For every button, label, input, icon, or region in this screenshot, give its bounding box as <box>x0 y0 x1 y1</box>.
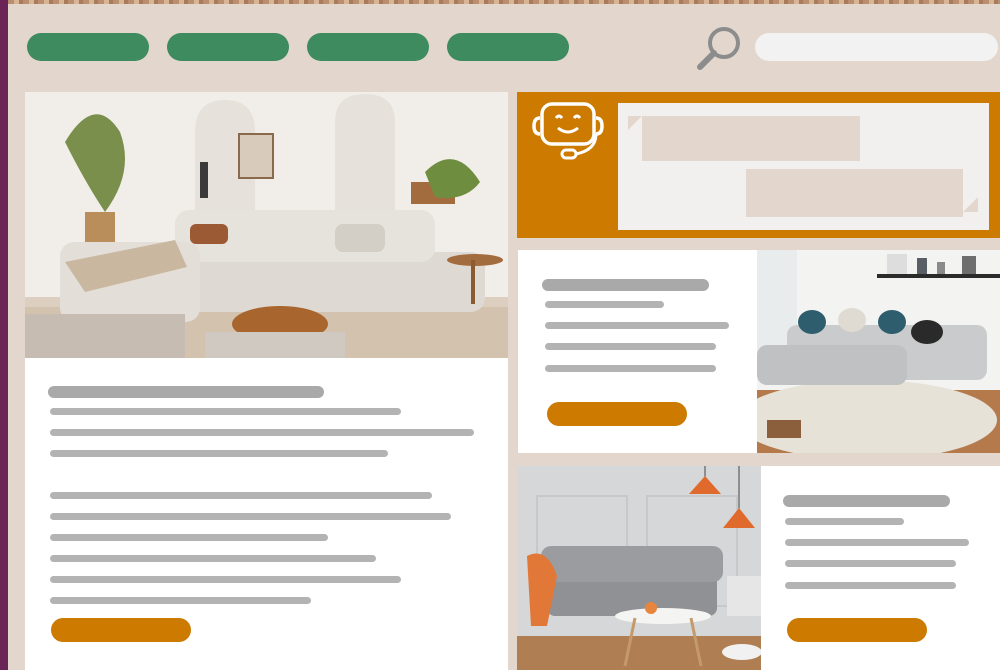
nav-item-1[interactable] <box>27 33 149 61</box>
text-line-placeholder <box>50 534 328 541</box>
text-line-placeholder <box>50 450 388 457</box>
chat-bubble-bot <box>642 116 860 161</box>
top-edge-strip <box>8 0 1000 4</box>
text-line-placeholder <box>50 429 474 436</box>
text-line-placeholder <box>785 582 956 589</box>
support-bot-icon[interactable] <box>532 100 604 162</box>
text-line-placeholder <box>545 301 664 308</box>
card-title-placeholder <box>542 279 709 291</box>
left-edge-strip <box>0 0 8 670</box>
chat-bubble-user <box>746 169 963 217</box>
nav-item-3[interactable] <box>307 33 429 61</box>
text-line-placeholder <box>50 513 451 520</box>
bottom-right-card-button[interactable] <box>787 618 927 642</box>
living-room-grey-sectional-photo[interactable] <box>757 250 1000 453</box>
main-card-button[interactable] <box>51 618 191 642</box>
search-icon[interactable] <box>694 24 744 70</box>
card-title-placeholder <box>783 495 950 507</box>
text-line-placeholder <box>785 560 956 567</box>
text-line-placeholder <box>50 576 401 583</box>
text-line-placeholder <box>785 518 904 525</box>
text-line-placeholder <box>50 597 311 604</box>
bot-bubble-tail <box>628 116 642 130</box>
top-right-card-button[interactable] <box>547 402 687 426</box>
nav-item-2[interactable] <box>167 33 289 61</box>
living-room-beige-sofa-photo[interactable] <box>25 92 508 358</box>
text-line-placeholder <box>50 492 432 499</box>
user-bubble-tail <box>963 197 978 212</box>
article-title-placeholder <box>48 386 324 398</box>
living-room-grey-sofa-orange-lamps-photo[interactable] <box>517 466 761 670</box>
text-line-placeholder <box>545 343 716 350</box>
text-line-placeholder <box>50 408 401 415</box>
text-line-placeholder <box>50 555 376 562</box>
text-line-placeholder <box>545 322 729 329</box>
search-input[interactable] <box>755 33 998 61</box>
text-line-placeholder <box>545 365 716 372</box>
text-line-placeholder <box>785 539 969 546</box>
nav-item-4[interactable] <box>447 33 569 61</box>
